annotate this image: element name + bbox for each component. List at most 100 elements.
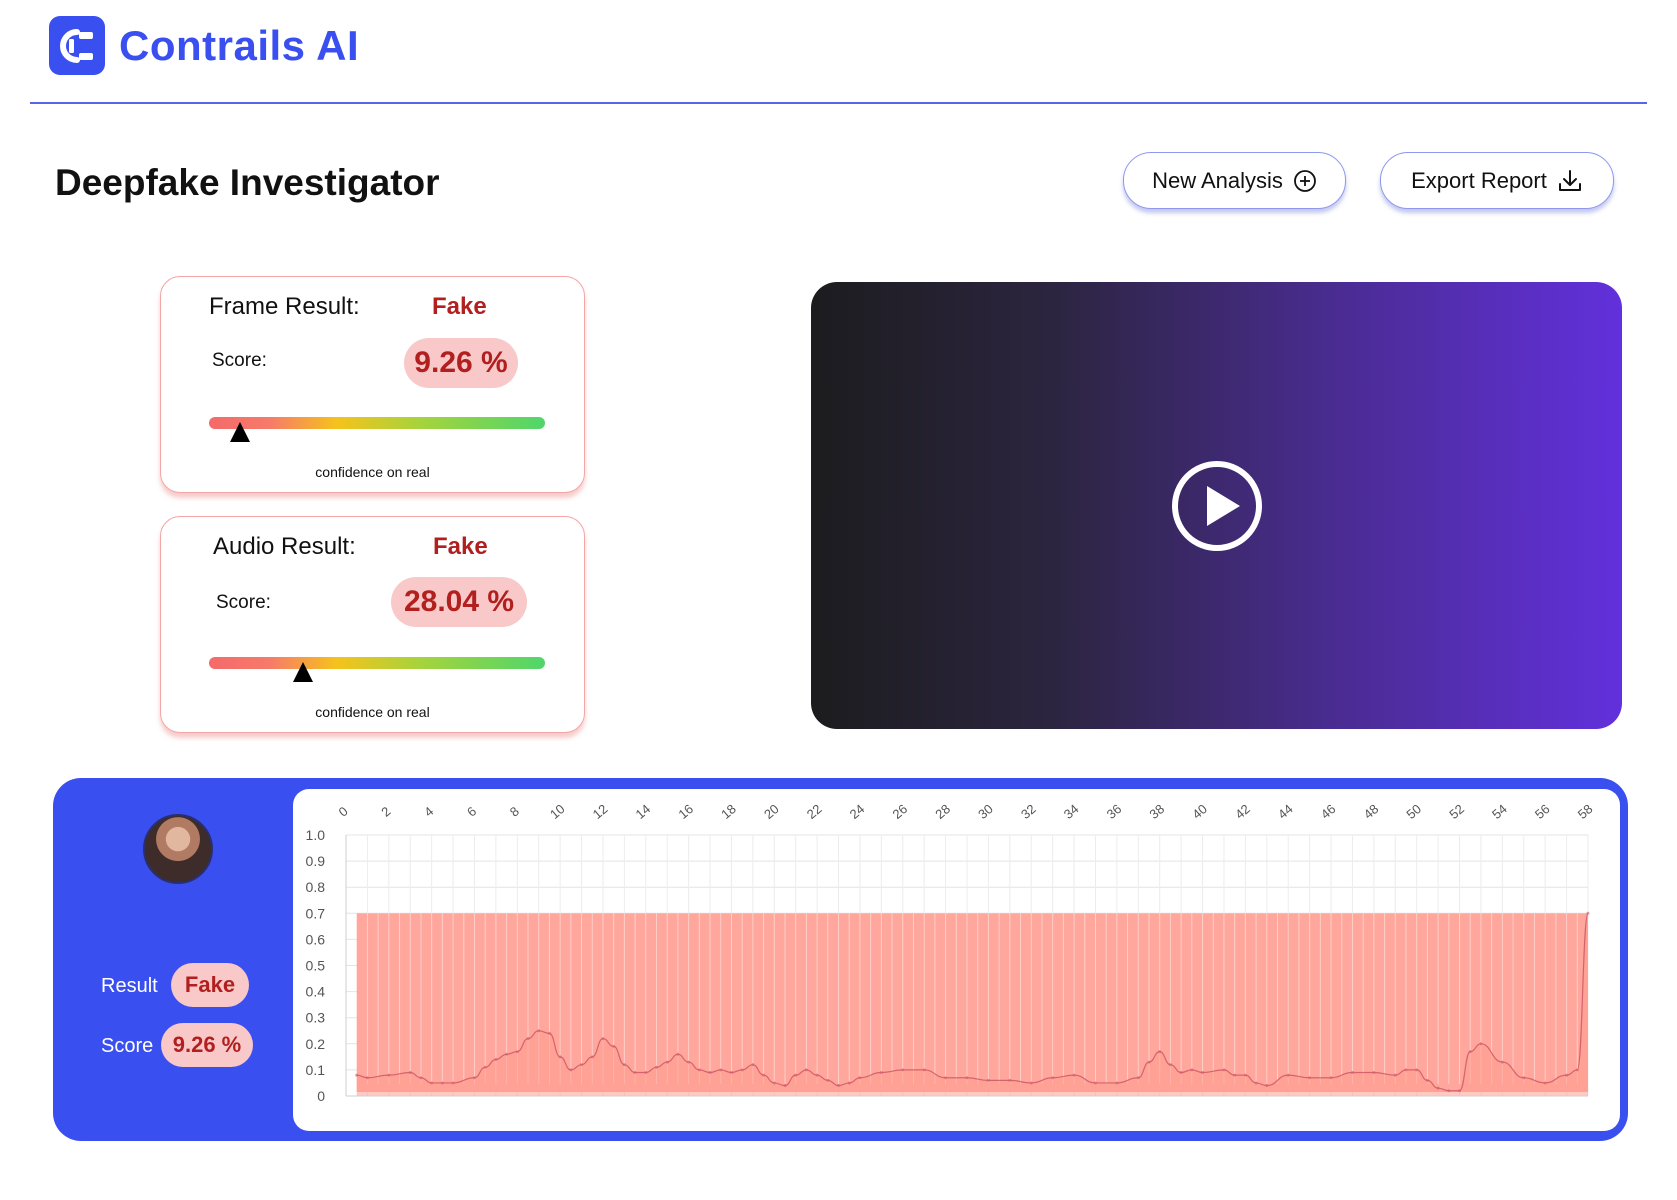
timeline-result-label: Result: [101, 975, 158, 997]
data-point: [440, 1081, 444, 1085]
data-point: [1404, 1068, 1408, 1072]
data-point: [1479, 1042, 1483, 1046]
brand-name: Contrails AI: [119, 21, 360, 69]
x-tick-label: 4: [421, 803, 436, 819]
data-point: [1115, 1081, 1119, 1085]
data-point: [1072, 1073, 1076, 1077]
x-tick-label: 54: [1489, 801, 1510, 822]
video-player[interactable]: [811, 282, 1622, 729]
timeline-panel: Result Fake Score 9.26 % 0 0.1 0.2 0.3 0.4 0.…: [53, 778, 1628, 1141]
data-point: [922, 1068, 926, 1072]
data-point: [762, 1073, 766, 1077]
x-tick-label: 52: [1446, 801, 1467, 822]
frame-score-badge: 9.26 %: [404, 338, 518, 388]
data-point: [1243, 1073, 1247, 1077]
data-point: [622, 1063, 626, 1067]
data-point: [1179, 1071, 1183, 1075]
data-point: [515, 1050, 519, 1054]
data-point: [783, 1084, 787, 1088]
x-tick-label: 8: [507, 803, 522, 819]
data-point: [1458, 1089, 1462, 1093]
data-point: [590, 1055, 594, 1059]
data-point: [569, 1068, 573, 1072]
data-point: [804, 1068, 808, 1072]
x-tick-label: 34: [1061, 801, 1082, 822]
play-circle-icon[interactable]: [1170, 459, 1264, 553]
x-tick-label: 58: [1575, 801, 1596, 822]
y-tick-label: 0.8: [306, 879, 326, 895]
data-point: [879, 1071, 883, 1075]
data-point: [612, 1044, 616, 1048]
data-point: [815, 1073, 819, 1077]
data-point: [1565, 1073, 1569, 1077]
frame-confidence-gauge: [209, 417, 545, 442]
audio-result-value: Fake: [433, 533, 488, 560]
new-analysis-button[interactable]: New Analysis: [1123, 152, 1346, 209]
data-point: [1372, 1071, 1376, 1075]
data-point: [794, 1073, 798, 1077]
timeline-score-label: Score: [101, 1035, 154, 1057]
data-point: [729, 1071, 733, 1075]
data-point: [1575, 1068, 1579, 1072]
data-point: [676, 1052, 680, 1056]
export-report-label: Export Report: [1411, 167, 1547, 193]
data-point: [633, 1071, 637, 1075]
data-point: [708, 1071, 712, 1075]
brand[interactable]: Contrails AI: [49, 16, 359, 75]
data-point: [408, 1071, 412, 1075]
frame-result-value: Fake: [432, 293, 487, 320]
x-tick-label: 12: [590, 801, 611, 822]
face-avatar[interactable]: [143, 814, 213, 884]
x-tick-label: 22: [804, 801, 825, 822]
data-point: [1201, 1071, 1205, 1075]
data-point: [1265, 1084, 1269, 1088]
x-tick-label: 20: [761, 801, 782, 822]
data-point: [419, 1076, 423, 1080]
data-point: [847, 1081, 851, 1085]
brand-logo-icon: [49, 16, 105, 75]
x-tick-label: 32: [1018, 801, 1039, 822]
x-tick-label: 38: [1146, 801, 1167, 822]
x-tick-label: 46: [1318, 801, 1339, 822]
data-point: [644, 1071, 648, 1075]
y-tick-label: 0.5: [306, 958, 326, 974]
data-point: [580, 1063, 584, 1067]
data-point: [858, 1076, 862, 1080]
data-point: [1543, 1081, 1547, 1085]
x-tick-label: 48: [1361, 801, 1382, 822]
y-tick-label: 1.0: [306, 827, 326, 843]
data-point: [1254, 1081, 1258, 1085]
data-point: [601, 1037, 605, 1041]
audio-gauge-caption: confidence on real: [315, 704, 430, 720]
data-point: [430, 1081, 434, 1085]
frame-gauge-marker: [230, 422, 251, 442]
data-point: [687, 1060, 691, 1064]
y-tick-label: 0.6: [306, 931, 326, 947]
data-point: [1136, 1076, 1140, 1080]
new-analysis-label: New Analysis: [1152, 167, 1283, 193]
y-tick-label: 0.3: [306, 1010, 326, 1026]
data-point: [505, 1052, 509, 1056]
data-point: [526, 1037, 530, 1041]
data-point: [1286, 1073, 1290, 1077]
audio-result-card: Audio Result: Fake Score: 28.04 % confid…: [160, 516, 585, 733]
x-tick-label: 28: [932, 801, 953, 822]
page-title: Deepfake Investigator: [55, 162, 440, 203]
data-point: [1308, 1076, 1312, 1080]
export-report-button[interactable]: Export Report: [1380, 152, 1614, 209]
data-point: [387, 1073, 391, 1077]
data-point: [1051, 1076, 1055, 1080]
x-tick-label: 56: [1532, 801, 1553, 822]
x-tick-label: 30: [975, 801, 996, 822]
y-tick-label: 0.1: [306, 1062, 326, 1078]
audio-score-label: Score:: [216, 592, 271, 613]
y-tick-label: 0: [317, 1088, 325, 1104]
x-tick-label: 6: [464, 803, 479, 819]
x-tick-label: 42: [1232, 801, 1253, 822]
data-point: [1329, 1076, 1333, 1080]
data-point: [1350, 1071, 1354, 1075]
data-point: [1425, 1078, 1429, 1082]
data-point: [451, 1081, 455, 1085]
data-point: [1029, 1081, 1033, 1085]
data-point: [719, 1068, 723, 1072]
